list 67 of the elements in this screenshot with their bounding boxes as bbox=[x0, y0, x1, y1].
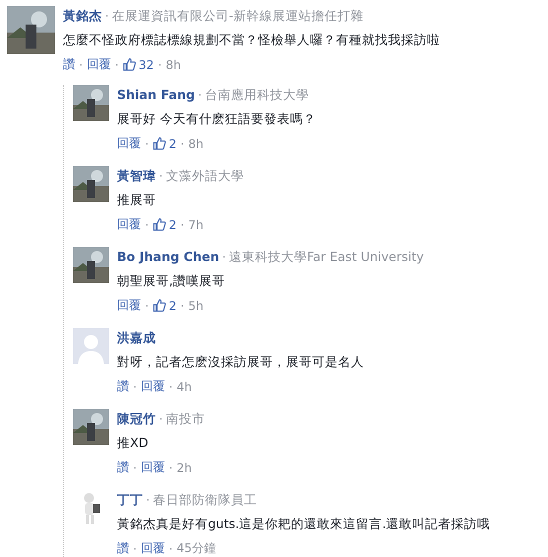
separator-dot: · bbox=[180, 136, 184, 150]
thumbs-up-icon bbox=[122, 58, 136, 71]
separator-dot: · bbox=[133, 460, 137, 474]
thumbs-up-icon bbox=[152, 218, 166, 231]
comment-text: 怎麼不怪政府標誌標線規劃不當？怪檢舉人囉？有種就找我採訪啦 bbox=[63, 31, 441, 48]
action-link[interactable]: 讚 bbox=[63, 56, 75, 73]
separator-dot: · bbox=[114, 58, 119, 72]
separator-dot: · bbox=[180, 298, 184, 312]
comment-time: 5h bbox=[188, 298, 204, 312]
action-link[interactable]: 回覆 bbox=[140, 459, 165, 476]
action-link[interactable]: 回覆 bbox=[117, 297, 141, 314]
comment-time: 8h bbox=[188, 136, 204, 150]
commenter-name[interactable]: Shian Fang bbox=[117, 87, 195, 102]
comment-time: 7h bbox=[188, 218, 204, 232]
commenter-affiliation: 在展運資訊有限公司-新幹線展運站擔任打雜 bbox=[112, 8, 364, 25]
commenter-affiliation: 文藻外語大學 bbox=[166, 168, 244, 185]
separator-dot: · bbox=[168, 380, 173, 394]
commenter-name[interactable]: 丁丁 bbox=[117, 492, 143, 509]
separator-dot: · bbox=[168, 460, 173, 474]
commenter-name[interactable]: 陳冠竹 bbox=[117, 411, 156, 428]
separator-dot: · bbox=[145, 136, 149, 150]
commenter-name[interactable]: 洪嘉成 bbox=[117, 330, 156, 347]
comment-text: 朝聖展哥,讚嘆展哥 bbox=[117, 272, 226, 289]
action-link[interactable]: 回覆 bbox=[140, 378, 165, 395]
comment-text: 黃銘杰真是好有guts.這是你耙的還敢來這留言.還敢叫記者採訪哦 bbox=[117, 515, 492, 532]
separator-dot: · bbox=[133, 542, 137, 556]
like-count[interactable]: 2 bbox=[168, 298, 176, 312]
commenter-name[interactable]: 黃銘杰 bbox=[63, 8, 102, 25]
separator-dot: · bbox=[168, 542, 173, 556]
commenter-affiliation: 台南應用科技大學 bbox=[204, 87, 309, 104]
separator-dot: · bbox=[159, 412, 163, 426]
action-link[interactable]: 讚 bbox=[117, 378, 129, 395]
like-count[interactable]: 2 bbox=[168, 218, 176, 232]
comment-time: 45分鐘 bbox=[176, 540, 216, 557]
comment-time: 4h bbox=[176, 380, 192, 394]
action-link[interactable]: 回覆 bbox=[117, 216, 141, 233]
separator-dot: · bbox=[145, 218, 149, 232]
action-link[interactable]: 讚 bbox=[117, 459, 129, 476]
separator-dot: · bbox=[198, 88, 202, 102]
separator-dot: · bbox=[145, 298, 149, 312]
commenter-affiliation: 南投市 bbox=[166, 411, 205, 428]
comment-time: 8h bbox=[166, 58, 182, 72]
action-link[interactable]: 回覆 bbox=[117, 135, 141, 152]
comment-text: 推展哥 bbox=[117, 191, 157, 208]
thumbs-up-icon bbox=[152, 137, 166, 150]
like-count[interactable]: 32 bbox=[138, 58, 154, 72]
comment-text: 推XD bbox=[117, 434, 150, 451]
like-count[interactable]: 2 bbox=[168, 136, 176, 150]
separator-dot: · bbox=[159, 169, 163, 183]
action-link[interactable]: 回覆 bbox=[86, 56, 111, 73]
commenter-affiliation: 春日部防衛隊員工 bbox=[152, 492, 257, 509]
thumbs-up-icon bbox=[152, 299, 166, 312]
commenter-name[interactable]: 黃智瑋 bbox=[117, 168, 156, 185]
separator-dot: · bbox=[133, 380, 137, 394]
action-link[interactable]: 回覆 bbox=[140, 540, 165, 557]
action-link[interactable]: 讚 bbox=[117, 540, 129, 557]
comment-text: 對呀，記者怎麽沒採訪展哥，展哥可是名人 bbox=[117, 353, 365, 370]
separator-dot: · bbox=[146, 493, 150, 507]
separator-dot: · bbox=[105, 9, 109, 23]
separator-dot: · bbox=[79, 58, 83, 72]
commenter-affiliation: 遠東科技大學Far East University bbox=[228, 249, 424, 266]
commenter-name[interactable]: Bo Jhang Chen bbox=[117, 249, 220, 264]
separator-dot: · bbox=[180, 218, 184, 232]
comment-time: 2h bbox=[176, 460, 192, 474]
separator-dot: · bbox=[158, 58, 162, 72]
separator-dot: · bbox=[222, 250, 226, 264]
comment-text: 展哥好 今天有什麽狂語要發表嗎？ bbox=[117, 110, 317, 127]
